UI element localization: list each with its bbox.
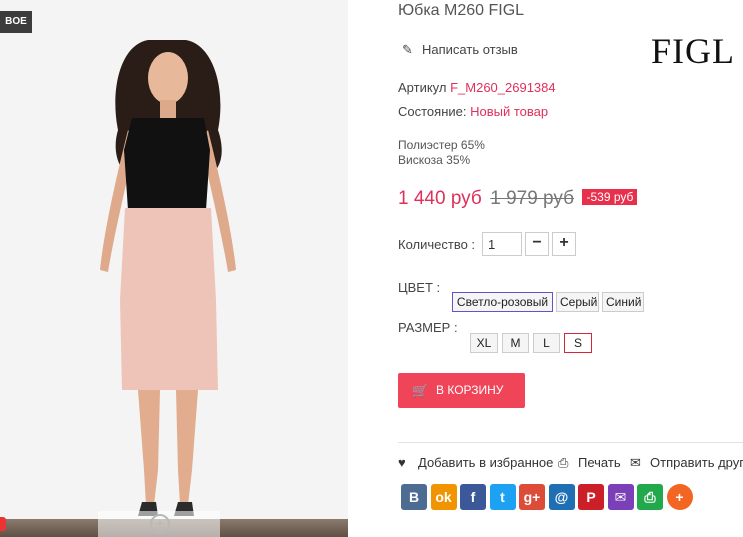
more-share-icon[interactable]: +: [666, 484, 693, 510]
red-tab[interactable]: [0, 517, 6, 531]
size-option-s[interactable]: S: [564, 333, 592, 353]
print-link[interactable]: ⎙ Печать: [558, 455, 621, 471]
product-image[interactable]: + BOE: [0, 0, 348, 537]
add-to-cart-label: В КОРЗИНУ: [436, 383, 504, 397]
discount-badge: -539 руб: [582, 189, 638, 205]
color-option-light-pink[interactable]: Светло-розовый: [452, 292, 553, 312]
current-price: 1 440 руб: [398, 188, 482, 209]
envelope-icon: ✉: [630, 455, 641, 470]
color-option-grey[interactable]: Серый: [556, 292, 599, 312]
quantity-label: Количество :: [398, 237, 476, 252]
pinterest-icon[interactable]: P: [578, 484, 604, 510]
print-label: Печать: [578, 455, 621, 470]
cart-icon: 🛒: [412, 383, 429, 398]
old-price: 1 979 руб: [490, 188, 575, 209]
google-plus-icon[interactable]: g+: [519, 484, 545, 510]
add-to-wishlist-link[interactable]: ♥ Добавить в избранное: [398, 455, 553, 470]
printer-icon: ⎙: [558, 455, 569, 470]
size-option-m[interactable]: M: [502, 333, 529, 353]
condition-label: Состояние:: [398, 104, 467, 119]
print-share-icon[interactable]: ⎙: [637, 484, 663, 510]
divider: [398, 442, 743, 443]
size-option-l[interactable]: L: [533, 333, 560, 353]
email-icon[interactable]: ✉: [607, 484, 634, 510]
color-option-blue[interactable]: Синий: [602, 292, 644, 312]
condition-value: Новый товар: [470, 104, 549, 119]
price-row: 1 440 руб 1 979 руб -539 руб: [398, 188, 638, 210]
send-to-friend-label: Отправить друг: [650, 455, 743, 470]
mailru-icon[interactable]: @: [548, 484, 575, 510]
article-value: F_M260_2691384: [450, 80, 556, 95]
model-photo: [100, 40, 236, 516]
composition-line: Вискоза 35%: [398, 153, 471, 167]
size-label: РАЗМЕР :: [398, 320, 458, 335]
write-review-label: Написать отзыв: [422, 42, 518, 57]
twitter-icon[interactable]: t: [489, 484, 516, 510]
write-review-link[interactable]: ✎ Написать отзыв: [402, 42, 518, 58]
odnoklassniki-icon[interactable]: ok: [430, 484, 457, 510]
pencil-icon: ✎: [402, 42, 413, 57]
article-row: Артикул F_M260_2691384: [398, 80, 556, 95]
color-label: ЦВЕТ :: [398, 280, 441, 295]
condition-row: Состояние: Новый товар: [398, 104, 548, 119]
composition: Полиэстер 65% Вискоза 35%: [398, 138, 485, 168]
size-option-xl[interactable]: XL: [470, 333, 498, 353]
brand-logo[interactable]: FIGL: [651, 30, 735, 72]
composition-line: Полиэстер 65%: [398, 138, 485, 152]
add-to-wishlist-label: Добавить в избранное: [418, 455, 554, 470]
quantity-decrease-button[interactable]: −: [525, 232, 549, 256]
new-badge: BOE: [0, 11, 32, 33]
heart-icon: ♥: [398, 455, 406, 470]
vk-icon[interactable]: B: [401, 484, 427, 510]
quantity-increase-button[interactable]: +: [552, 232, 576, 256]
add-to-cart-button[interactable]: 🛒 В КОРЗИНУ: [398, 373, 525, 408]
zoom-icon[interactable]: +: [150, 514, 170, 534]
article-label: Артикул: [398, 80, 447, 95]
facebook-icon[interactable]: f: [460, 484, 486, 510]
quantity-input[interactable]: [482, 232, 522, 256]
send-to-friend-link[interactable]: ✉ Отправить друг: [630, 455, 743, 471]
product-title: Юбка M260 FIGL: [398, 2, 525, 19]
